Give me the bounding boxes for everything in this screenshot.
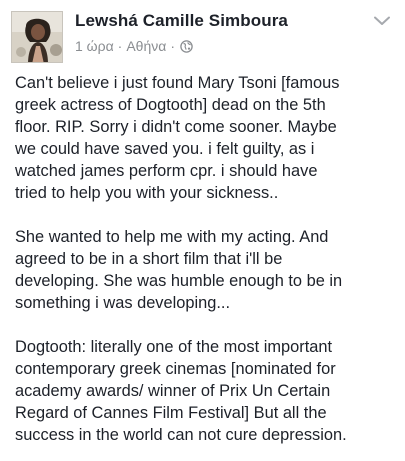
chevron-down-icon[interactable]: [373, 14, 391, 26]
post-location[interactable]: Αθήνα: [126, 38, 166, 54]
post-meta: 1 ώρα · Αθήνα ·: [75, 37, 193, 55]
post-paragraph: Can't believe i just found Mary Tsoni [f…: [15, 74, 340, 202]
avatar[interactable]: [11, 11, 63, 63]
post-time[interactable]: 1 ώρα: [75, 38, 114, 54]
post-body: Can't believe i just found Mary Tsoni [f…: [15, 72, 400, 446]
post-paragraph: She wanted to help me with my acting. An…: [15, 228, 343, 312]
globe-icon[interactable]: [180, 39, 193, 53]
post-paragraph: Dogtooth: literally one of the most impo…: [15, 338, 347, 444]
post-header: Lewshá Camille Simboura 1 ώρα · Αθήνα ·: [0, 0, 405, 68]
author-name[interactable]: Lewshá Camille Simboura: [75, 11, 288, 31]
meta-separator: ·: [170, 38, 176, 54]
meta-separator: ·: [117, 38, 123, 54]
